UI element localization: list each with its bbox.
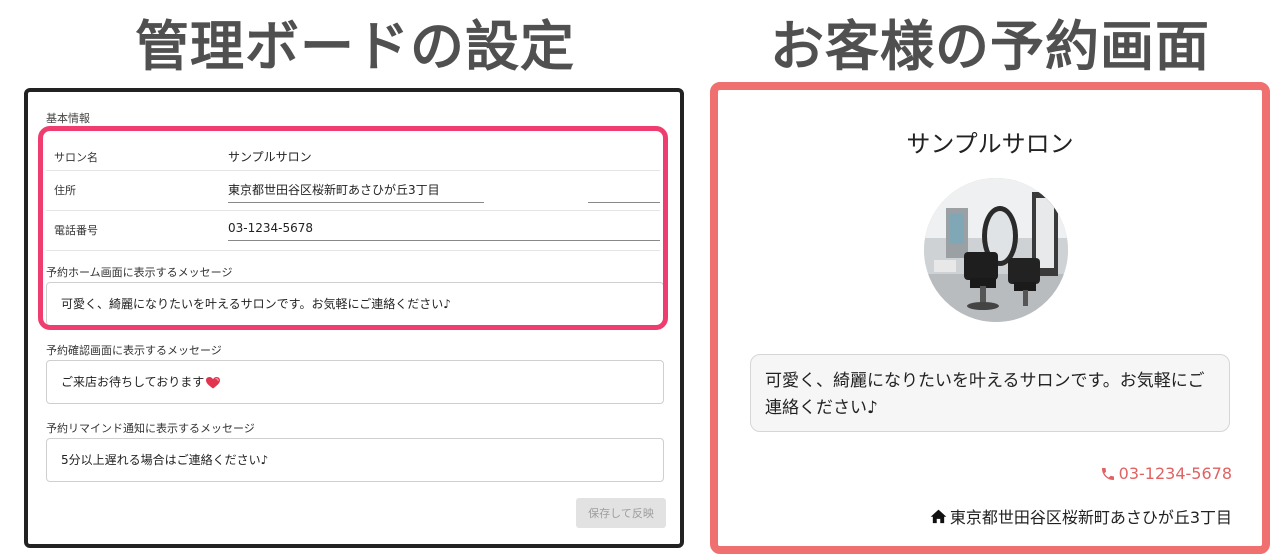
- remind-message-input[interactable]: 5分以上遅れる場合はご連絡ください♪: [46, 438, 664, 482]
- address-text: 東京都世田谷区桜新町あさひが丘3丁目: [949, 508, 1232, 527]
- section-title: 基本情報: [46, 112, 90, 125]
- confirm-message-input[interactable]: ご来店お待ちしております: [46, 360, 664, 404]
- admin-settings-panel: 基本情報 サロン名 サンプルサロン 住所 東京都世田谷区桜新町あさひが丘3丁目 …: [24, 88, 684, 548]
- confirm-message-label: 予約確認画面に表示するメッセージ: [46, 344, 222, 357]
- confirm-message-text: ご来店お待ちしております: [61, 375, 205, 389]
- phone-number: 03-1234-5678: [1118, 464, 1232, 483]
- customer-screen-heading: お客様の予約画面: [770, 15, 1210, 78]
- salon-title: サンプルサロン: [906, 130, 1074, 158]
- heart-icon: [206, 376, 221, 388]
- salon-interior-image: [924, 178, 1068, 322]
- salon-photo: [924, 178, 1068, 322]
- phone-link[interactable]: 03-1234-5678: [1100, 464, 1232, 483]
- home-icon: [930, 509, 947, 524]
- address-line: 東京都世田谷区桜新町あさひが丘3丁目: [930, 504, 1232, 528]
- intro-message: 可愛く、綺麗になりたいを叶えるサロンです。お気軽にご連絡ください♪: [750, 354, 1230, 432]
- booking-screen-preview: サンプルサロン 可愛く、綺麗になりたいを叶えるサロンです。お気軽にご連絡ください…: [710, 82, 1270, 554]
- admin-board-heading: 管理ボードの設定: [135, 15, 575, 78]
- remind-message-label: 予約リマインド通知に表示するメッセージ: [46, 422, 255, 435]
- save-button[interactable]: 保存して反映: [576, 498, 666, 528]
- phone-icon: [1101, 467, 1114, 480]
- highlight-frame: [38, 126, 668, 330]
